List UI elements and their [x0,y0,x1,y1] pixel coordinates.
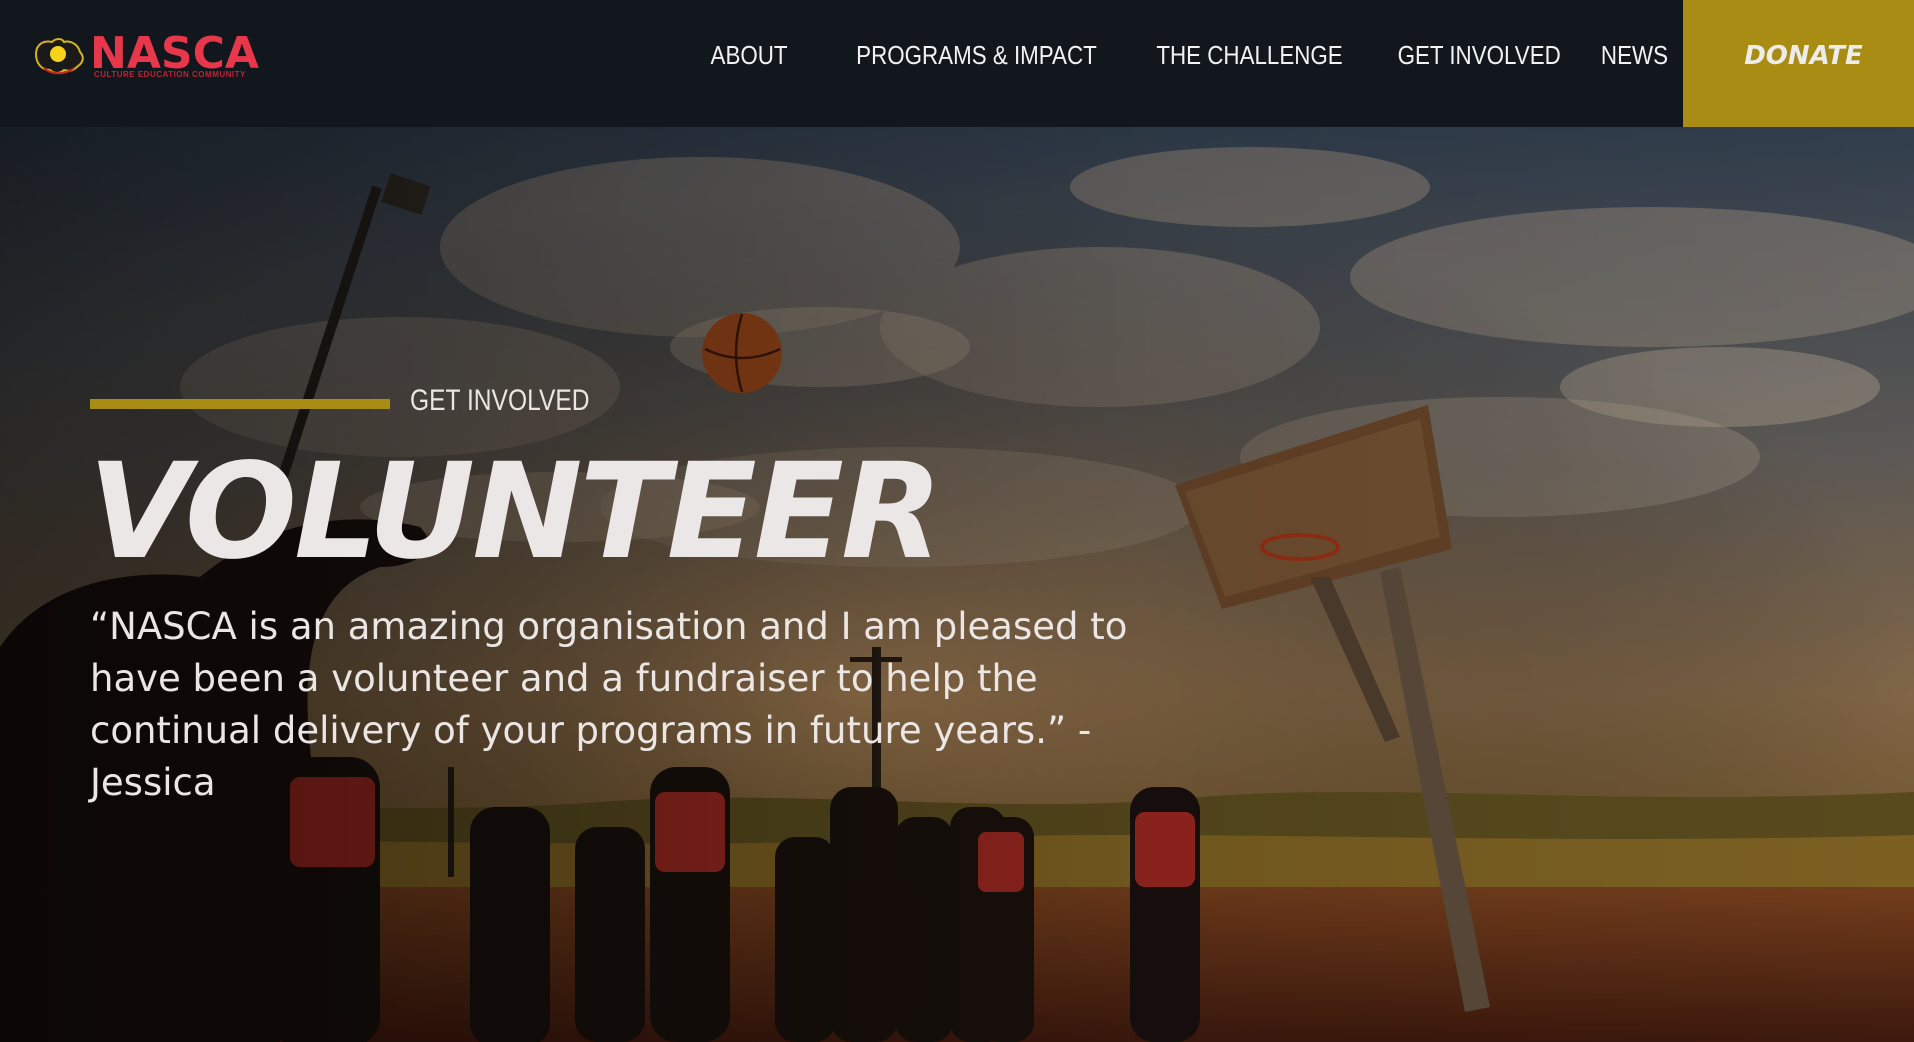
nav-item-get-involved[interactable]: GET INVOLVED [1398,40,1561,71]
nasca-logo[interactable]: NASCA CULTURE EDUCATION COMMUNITY [30,28,270,84]
hero-title: VOLUNTEER [88,435,943,589]
nav-item-the-challenge[interactable]: THE CHALLENGE [1156,40,1342,71]
donate-button[interactable]: DONATE [1683,0,1914,127]
donate-button-label: DONATE [1744,40,1863,71]
main-nav: ABOUT PROGRAMS & IMPACT THE CHALLENGE GE… [669,0,1668,110]
logo-tagline: CULTURE EDUCATION COMMUNITY [94,70,246,79]
australia-map-icon [34,38,84,75]
nav-item-about[interactable]: ABOUT [711,40,788,71]
nav-item-programs-impact[interactable]: PROGRAMS & IMPACT [856,40,1097,71]
eyebrow-accent-line [90,399,390,409]
hero-quote: “NASCA is an amazing organisation and I … [90,605,1128,804]
hero-section: GET INVOLVED VOLUNTEER “NASCA is an amaz… [0,127,1914,1042]
hero-eyebrow: GET INVOLVED [410,384,590,417]
nav-item-news[interactable]: NEWS [1601,40,1668,71]
site-header: NASCA CULTURE EDUCATION COMMUNITY ABOUT … [0,0,1914,127]
